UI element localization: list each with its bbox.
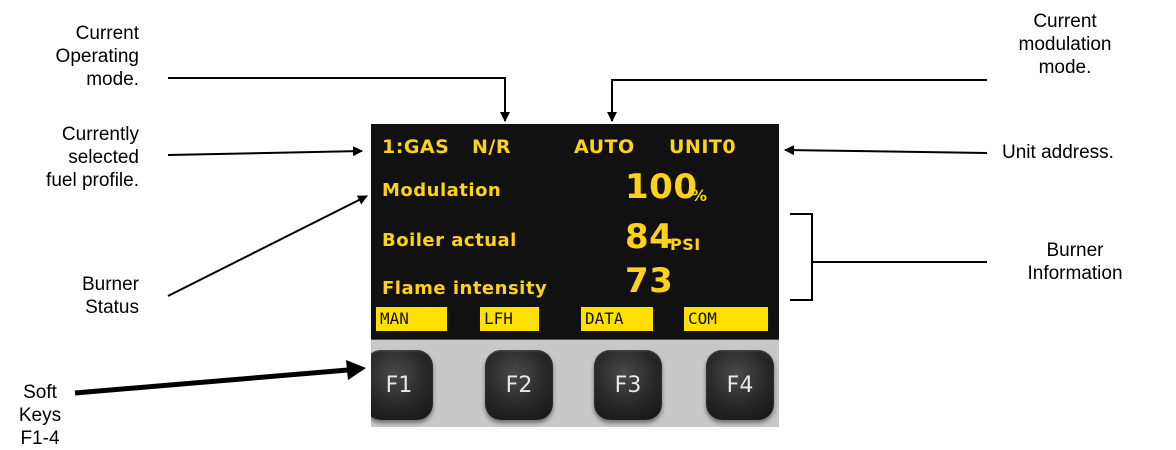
soft-label-man: MAN — [376, 307, 447, 331]
soft-keys-arrow — [74, 360, 366, 396]
f1-key[interactable]: F1 — [371, 350, 433, 420]
operating-mode-arrow — [168, 77, 510, 122]
modulation-value: 100 — [625, 167, 698, 207]
fuel-profile-arrow — [167, 146, 363, 157]
soft-keys-label: Soft Keys F1-4 — [18, 382, 62, 449]
modulation-mode-label: Current modulation mode. — [1018, 11, 1112, 78]
flame-intensity-label: Flame intensity — [382, 278, 548, 299]
soft-label-lfh: LFH — [480, 307, 539, 331]
unit-address-arrow — [784, 145, 988, 156]
operating-mode-label: Current Operating mode. — [55, 23, 139, 90]
soft-label-data: DATA — [581, 307, 653, 331]
burner-status-label: Burner Status — [81, 274, 139, 318]
f4-key[interactable]: F4 — [706, 350, 774, 420]
unit-address-label: Unit address. — [1002, 142, 1114, 163]
unit-address-text: UNIT0 — [669, 136, 737, 158]
fuel-profile-text: 1:GAS — [382, 136, 450, 158]
fuel-profile-label: Currently selected fuel profile. — [46, 124, 139, 191]
status-flag-text: N/R — [472, 136, 511, 158]
burner-status-arrow — [167, 195, 368, 297]
modulation-mode-arrow — [607, 79, 987, 122]
modulation-unit: % — [691, 186, 708, 205]
flame-intensity-value: 73 — [625, 261, 674, 301]
burner-information-label: Burner Information — [1027, 240, 1123, 284]
modulation-label: Modulation — [382, 180, 502, 201]
lcd-display: 1:GAS N/R AUTO UNIT0 Modulation 100 % Bo… — [371, 124, 779, 340]
modulation-mode-text: AUTO — [574, 136, 635, 158]
boiler-actual-value: 84 — [625, 217, 674, 257]
f3-key[interactable]: F3 — [594, 350, 662, 420]
boiler-actual-unit: PSI — [670, 235, 701, 254]
burner-info-bracket — [790, 213, 813, 301]
f2-key[interactable]: F2 — [485, 350, 553, 420]
controller-panel: 1:GAS N/R AUTO UNIT0 Modulation 100 % Bo… — [371, 124, 779, 427]
boiler-actual-label: Boiler actual — [382, 230, 517, 251]
soft-label-com: COM — [684, 307, 768, 331]
